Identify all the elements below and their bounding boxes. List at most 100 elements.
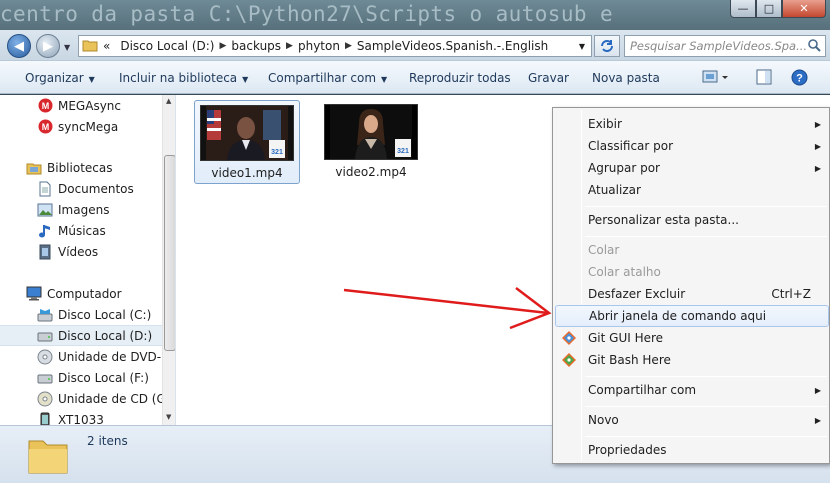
- menu-item-atualizar[interactable]: Atualizar: [555, 179, 829, 201]
- menu-label: Abrir janela de comando aqui: [589, 309, 767, 323]
- breadcrumb-separator-icon[interactable]: ▶: [220, 41, 227, 51]
- nav-item-videos[interactable]: Vídeos: [37, 241, 98, 262]
- music-icon: [37, 223, 53, 239]
- nav-label: Disco Local (F:): [58, 370, 149, 385]
- menu-item-git-gui[interactable]: Git GUI Here: [555, 327, 829, 349]
- menu-item-classificar[interactable]: Classificar por ▶: [555, 135, 829, 157]
- menu-item-propriedades[interactable]: Propriedades: [555, 439, 829, 461]
- address-row: ◀ ▶ ▼ « Disco Local (D:) ▶ backups ▶ phy…: [0, 30, 830, 60]
- forward-button[interactable]: ▶: [36, 34, 60, 58]
- mega-icon: M: [37, 119, 53, 135]
- nav-item-bibliotecas[interactable]: Bibliotecas: [26, 157, 112, 178]
- nav-item-megasync[interactable]: M MEGAsync: [37, 95, 121, 116]
- nav-item-cd-g[interactable]: Unidade de CD (G:): [37, 388, 174, 409]
- view-options-button[interactable]: [702, 69, 730, 88]
- breadcrumb-separator-icon[interactable]: ▶: [345, 41, 352, 51]
- menu-label: Git GUI Here: [588, 331, 664, 345]
- breadcrumb-separator-icon[interactable]: ▶: [286, 41, 293, 51]
- nav-label: Unidade de CD (G:): [58, 391, 175, 406]
- menu-separator: [585, 236, 827, 237]
- chevron-down-icon: ▼: [381, 75, 388, 84]
- address-bar[interactable]: « Disco Local (D:) ▶ backups ▶ phyton ▶ …: [78, 35, 592, 57]
- search-input[interactable]: Pesquisar SampleVideos.Spa...: [624, 35, 826, 57]
- menu-label: Exibir: [588, 117, 622, 131]
- recent-pages-dropdown[interactable]: ▼: [64, 43, 70, 52]
- nav-item-disco-c[interactable]: Disco Local (C:): [37, 304, 151, 325]
- file-item-video1[interactable]: 321 video1.mp4: [194, 100, 300, 184]
- background-text: centro da pasta C:\Python27\Scripts o au…: [0, 2, 614, 26]
- submenu-arrow-icon: ▶: [814, 163, 821, 173]
- organizar-button[interactable]: Organizar ▼: [25, 71, 95, 85]
- search-icon[interactable]: [807, 38, 821, 55]
- command-bar: Organizar ▼ Incluir na biblioteca ▼ Compar…: [0, 60, 830, 94]
- scroll-up-icon[interactable]: ▲: [166, 97, 171, 105]
- breadcrumb-overflow[interactable]: «: [98, 39, 115, 53]
- menu-item-compartilhar[interactable]: Compartilhar com ▶: [555, 379, 829, 401]
- nav-label: Unidade de DVD-RW: [58, 349, 176, 364]
- menu-label: Classificar por: [588, 139, 674, 153]
- nav-label: XT1033: [58, 412, 104, 426]
- dvd-icon: [37, 349, 53, 365]
- video-thumbnail: 321: [324, 104, 418, 160]
- nav-label: MEGAsync: [58, 98, 121, 113]
- pictures-icon: [37, 202, 53, 218]
- nova-pasta-button[interactable]: Nova pasta: [592, 71, 660, 85]
- menu-item-agrupar[interactable]: Agrupar por ▶: [555, 157, 829, 179]
- svg-text:321: 321: [397, 148, 409, 155]
- nav-label: Imagens: [58, 202, 110, 217]
- close-button[interactable]: ✕: [782, 0, 826, 18]
- scroll-down-icon[interactable]: ▼: [166, 413, 171, 421]
- nav-item-musicas[interactable]: Músicas: [37, 220, 106, 241]
- scrollbar-thumb[interactable]: [164, 155, 175, 351]
- file-item-video2[interactable]: 321 video2.mp4: [318, 100, 424, 184]
- context-menu: Exibir ▶ Classificar por ▶ Agrupar por ▶…: [552, 107, 830, 464]
- nav-item-computador[interactable]: Computador: [26, 283, 122, 304]
- compartilhar-button[interactable]: Compartilhar com ▼: [268, 71, 387, 85]
- gravar-button[interactable]: Gravar: [528, 71, 569, 85]
- breadcrumb-phyton[interactable]: phyton: [293, 39, 345, 53]
- submenu-arrow-icon: ▶: [814, 385, 821, 395]
- item-count: 2 itens: [87, 434, 128, 448]
- nav-item-xt1033[interactable]: XT1033: [37, 409, 104, 425]
- help-button[interactable]: ?: [791, 69, 808, 89]
- menu-item-personalizar[interactable]: Personalizar esta pasta...: [555, 209, 829, 231]
- nav-item-disco-d[interactable]: Disco Local (D:): [0, 325, 162, 346]
- back-button[interactable]: ◀: [7, 34, 31, 58]
- chevron-down-icon: ▼: [88, 75, 95, 84]
- breadcrumb-backups[interactable]: backups: [226, 39, 286, 53]
- reproduzir-todas-button[interactable]: Reproduzir todas: [409, 71, 511, 85]
- menu-item-git-bash[interactable]: Git Bash Here: [555, 349, 829, 371]
- videos-icon: [37, 244, 53, 260]
- folder-large-icon: [27, 433, 69, 478]
- menu-item-desfazer-excluir[interactable]: Desfazer Excluir Ctrl+Z: [555, 283, 829, 305]
- menu-item-colar-atalho: Colar atalho: [555, 261, 829, 283]
- svg-text:?: ?: [796, 73, 803, 85]
- git-icon: [561, 330, 577, 349]
- nav-item-disco-f[interactable]: Disco Local (F:): [37, 367, 149, 388]
- nav-scrollbar[interactable]: ▲ ▼: [162, 95, 175, 425]
- nav-label: Disco Local (D:): [58, 328, 153, 343]
- minimize-button[interactable]: —: [730, 0, 756, 18]
- maximize-button[interactable]: □: [756, 0, 782, 18]
- drive-c-icon: [37, 307, 53, 323]
- nav-item-imagens[interactable]: Imagens: [37, 199, 109, 220]
- menu-item-abrir-janela-comando[interactable]: Abrir janela de comando aqui: [555, 305, 829, 327]
- breadcrumb-samplevideos[interactable]: SampleVideos.Spanish.-.English: [352, 39, 553, 53]
- preview-pane-button[interactable]: [756, 69, 772, 88]
- breadcrumb-disco-d[interactable]: Disco Local (D:): [115, 39, 219, 53]
- nav-item-documentos[interactable]: Documentos: [37, 178, 134, 199]
- menu-label: Compartilhar com: [588, 383, 697, 397]
- menu-label: Personalizar esta pasta...: [588, 213, 739, 227]
- incluir-biblioteca-button[interactable]: Incluir na biblioteca ▼: [119, 71, 248, 85]
- drive-icon: [37, 370, 53, 386]
- nav-label: Bibliotecas: [47, 160, 113, 175]
- submenu-arrow-icon: ▶: [814, 415, 821, 425]
- nav-item-syncmega[interactable]: M syncMega: [37, 116, 118, 137]
- refresh-button[interactable]: [594, 35, 620, 57]
- menu-item-exibir[interactable]: Exibir ▶: [555, 113, 829, 135]
- menu-label: Git Bash Here: [588, 353, 671, 367]
- address-dropdown-icon[interactable]: ▼: [579, 42, 585, 51]
- nav-item-dvd[interactable]: Unidade de DVD-RW: [37, 346, 176, 367]
- compartilhar-label: Compartilhar com: [268, 71, 377, 85]
- menu-item-novo[interactable]: Novo ▶: [555, 409, 829, 431]
